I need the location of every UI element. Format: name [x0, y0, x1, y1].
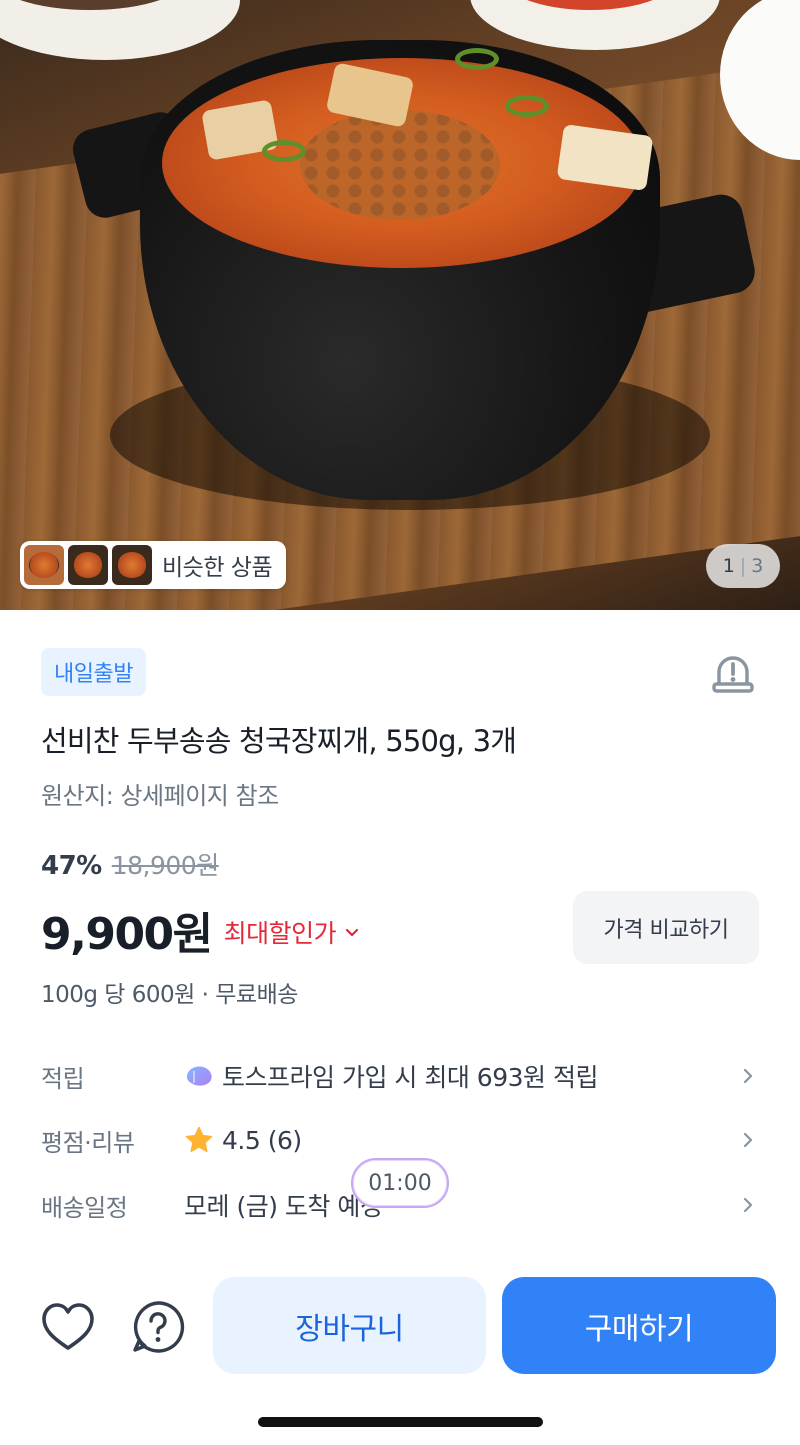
scallion — [505, 95, 549, 117]
home-indicator[interactable] — [258, 1417, 543, 1427]
shipping-badge: 내일출발 — [41, 648, 146, 696]
image-counter-current: 1 — [722, 555, 735, 577]
chevron-down-icon — [346, 928, 359, 937]
image-counter-separator: | — [739, 555, 747, 577]
reward-value: 토스프라임 가입 시 최대 693원 적립 — [222, 1063, 598, 1092]
reward-row[interactable]: 적립 토스프라임 가입 시 최대 693원 적립 — [41, 1051, 761, 1101]
unit-price-shipping: 100g 당 600원 · 무료배송 — [41, 982, 298, 1008]
chevron-right-icon — [743, 1132, 753, 1148]
scallion — [455, 48, 499, 70]
similar-thumb — [112, 545, 152, 585]
original-price: 18,900원 — [111, 851, 219, 880]
delivery-key: 배송일정 — [41, 1193, 128, 1222]
rating-value-wrap: 4.5 (6) — [184, 1125, 739, 1155]
product-origin: 원산지: 상세페이지 참조 — [41, 782, 279, 810]
price-row: 9,900원 최대할인가 — [41, 898, 360, 962]
chevron-right-icon — [743, 1068, 753, 1084]
similar-thumb — [68, 545, 108, 585]
help-icon[interactable] — [130, 1299, 186, 1355]
scroll-fade — [0, 1236, 800, 1256]
star-icon — [185, 1126, 213, 1153]
discount-rate: 47% — [41, 851, 102, 881]
side-dish — [0, 0, 240, 60]
add-to-cart-button[interactable]: 장바구니 — [213, 1277, 486, 1374]
rating-key: 평점·리뷰 — [41, 1128, 135, 1157]
soybeans — [300, 110, 500, 220]
product-image[interactable]: 비슷한 상품 1 | 3 — [0, 0, 800, 610]
similar-thumb — [24, 545, 64, 585]
prime-icon — [187, 1066, 212, 1086]
max-discount-toggle[interactable]: 최대할인가 — [224, 914, 361, 950]
max-discount-label: 최대할인가 — [223, 919, 337, 948]
chevron-right-icon — [743, 1197, 753, 1213]
rating-value: 4.5 (6) — [222, 1125, 302, 1155]
product-title: 선비찬 두부송송 청국장찌개, 550g, 3개 — [41, 724, 517, 758]
scallion — [262, 140, 306, 162]
image-counter: 1 | 3 — [706, 544, 780, 588]
delivery-value: 모레 (금) 도착 예정 — [184, 1192, 383, 1221]
image-counter-total: 3 — [751, 555, 764, 577]
reward-key: 적립 — [41, 1064, 85, 1093]
similar-products-button[interactable]: 비슷한 상품 — [20, 541, 287, 589]
alert-siren-icon[interactable] — [710, 650, 756, 696]
heart-icon[interactable] — [40, 1301, 96, 1353]
reward-value-wrap: 토스프라임 가입 시 최대 693원 적립 — [184, 1058, 739, 1094]
timer-badge[interactable]: 01:00 — [351, 1158, 449, 1208]
buy-now-button[interactable]: 구매하기 — [502, 1277, 776, 1374]
discount-row: 47% 18,900원 — [41, 846, 219, 882]
price-compare-button[interactable]: 가격 비교하기 — [573, 891, 759, 964]
similar-products-label: 비슷한 상품 — [162, 555, 273, 581]
sale-price: 9,900원 — [41, 909, 213, 960]
kimchi-dish — [470, 0, 720, 50]
